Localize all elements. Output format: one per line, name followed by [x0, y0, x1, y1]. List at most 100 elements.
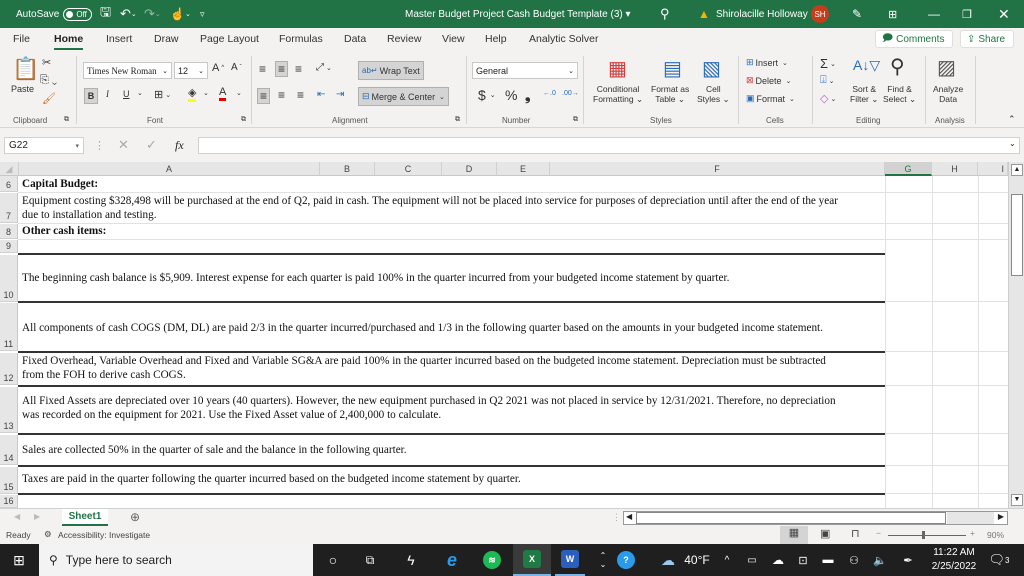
underline-dropdown-icon[interactable]: ⌄	[137, 89, 143, 97]
align-center-button[interactable]: ≡	[278, 88, 285, 102]
touch-mode-icon[interactable]: ☝ ⌄	[170, 0, 191, 28]
sort-filter-button[interactable]: Sort & Filter ⌄	[850, 84, 878, 105]
find-select-icon[interactable]: ⚲	[890, 54, 905, 79]
network-icon[interactable]: ⚇	[846, 544, 862, 576]
autosum-button[interactable]: Σ ⌄	[820, 56, 836, 71]
enter-icon[interactable]: ✓	[146, 137, 157, 153]
add-sheet-icon[interactable]: ⊕	[130, 510, 140, 524]
clipboard-launcher-icon[interactable]: ⧉	[64, 116, 69, 124]
search-icon[interactable]: ⚲	[660, 0, 670, 28]
cell-styles-button[interactable]: Cell Styles ⌄	[697, 84, 730, 105]
cell-a6[interactable]: Capital Budget:	[19, 177, 98, 191]
alignment-launcher-icon[interactable]: ⧉	[455, 116, 460, 124]
pen-icon[interactable]: ✎	[852, 0, 862, 28]
font-launcher-icon[interactable]: ⧉	[241, 116, 246, 124]
column-header-h[interactable]: H	[932, 162, 978, 176]
zoom-out-button[interactable]: −	[876, 528, 881, 538]
column-header-f[interactable]: F	[550, 162, 885, 176]
internet-explorer-icon[interactable]: e	[438, 544, 466, 576]
column-header-e[interactable]: E	[497, 162, 550, 176]
share-button[interactable]: ⇪ Share	[960, 30, 1014, 48]
app-bolt-icon[interactable]: ϟ	[398, 544, 424, 576]
expand-formula-bar-icon[interactable]: ⌄	[1009, 139, 1016, 148]
autosave-control[interactable]: AutoSave Off	[16, 0, 92, 28]
paste-icon[interactable]: 📋	[12, 56, 39, 82]
taskbar-search[interactable]: ⚲ Type here to search	[39, 544, 313, 576]
windows-start-icon[interactable]: ⊞	[0, 544, 38, 576]
tab-split-handle[interactable]: ⋮	[612, 512, 621, 523]
undo-icon[interactable]: ↶ ⌄	[120, 0, 137, 28]
cell-a7[interactable]: Equipment costing $328,498 will be purch…	[19, 194, 838, 222]
conditional-formatting-icon[interactable]: ▦	[608, 56, 627, 81]
fill-button[interactable]: ⍗ ⌄	[820, 74, 834, 87]
tab-data[interactable]: Data	[344, 33, 366, 45]
close-icon[interactable]: ✕	[998, 0, 1010, 28]
column-header-c[interactable]: C	[375, 162, 442, 176]
defender-icon[interactable]: ⊡	[795, 544, 811, 576]
currency-button[interactable]: $ ⌄	[478, 87, 496, 103]
tab-insert[interactable]: Insert	[106, 33, 132, 45]
document-title[interactable]: Master Budget Project Cash Budget Templa…	[405, 0, 631, 28]
vertical-scrollbar[interactable]: ▲ ▼	[1008, 162, 1024, 508]
delete-cells-button[interactable]: ⊠ Delete ⌄	[746, 75, 791, 86]
pen-workspace-icon[interactable]: ✒	[900, 544, 916, 576]
comma-button[interactable]: ❟	[525, 87, 531, 104]
number-format-select[interactable]: General ⌄	[472, 62, 578, 79]
insert-function-icon[interactable]: fx	[175, 138, 184, 153]
bottom-align-button[interactable]: ≡	[295, 62, 302, 76]
row-header-14[interactable]: 14	[0, 435, 18, 465]
meet-now-icon[interactable]: ▭	[745, 544, 759, 576]
increase-font-size-button[interactable]: A ^	[212, 62, 224, 74]
help-icon[interactable]: ?	[614, 544, 638, 576]
row-header-8[interactable]: 8	[0, 224, 18, 239]
cell-styles-icon[interactable]: ▧	[702, 56, 721, 81]
accessibility-status[interactable]: Accessibility: Investigate	[58, 530, 150, 540]
cancel-icon[interactable]: ✕	[118, 137, 129, 153]
next-sheet-icon[interactable]: ▶	[34, 512, 40, 521]
conditional-formatting-button[interactable]: Conditional Formatting ⌄	[593, 84, 643, 105]
orientation-button[interactable]: ⤢ ⌄	[316, 62, 332, 73]
spreadsheet-grid[interactable]: ◢ A B C D E F G H I 6 Capital Budget: 7 …	[0, 162, 1008, 508]
clear-button[interactable]: ◇ ⌄	[820, 92, 836, 105]
scroll-down-icon[interactable]: ▼	[1011, 494, 1023, 506]
format-as-table-button[interactable]: Format as Table ⌄	[651, 84, 689, 105]
volume-icon[interactable]: 🔈	[872, 544, 888, 576]
tab-file[interactable]: File	[13, 33, 30, 45]
zoom-in-button[interactable]: +	[970, 528, 975, 538]
insert-cells-button[interactable]: ⊞ Insert ⌄	[746, 57, 788, 68]
font-size-select[interactable]: 12 ⌄	[174, 62, 208, 79]
column-header-i[interactable]: I	[978, 162, 1008, 176]
select-all-button[interactable]: ◢	[0, 162, 19, 176]
align-left-button[interactable]: ≡	[257, 88, 271, 104]
tab-review[interactable]: Review	[387, 33, 421, 45]
battery-icon[interactable]: ▬	[820, 544, 836, 576]
zoom-slider[interactable]	[888, 535, 966, 536]
scroll-left-icon[interactable]: ◀	[626, 512, 632, 521]
decrease-decimal-button[interactable]: .00→	[562, 90, 579, 97]
column-header-g[interactable]: G	[885, 162, 932, 176]
italic-button[interactable]: I	[106, 89, 109, 99]
row-header-13[interactable]: 13	[0, 387, 18, 433]
font-color-button[interactable]: A	[219, 86, 227, 101]
tab-analytic-solver[interactable]: Analytic Solver	[529, 33, 598, 45]
page-break-view-icon[interactable]: ⊓	[851, 527, 860, 540]
formula-input[interactable]	[198, 137, 1020, 154]
tab-home[interactable]: Home	[54, 33, 84, 50]
zoom-slider-thumb[interactable]	[922, 531, 925, 539]
word-taskbar-icon[interactable]: W	[555, 544, 585, 576]
row-header-15[interactable]: 15	[0, 467, 18, 494]
column-header-b[interactable]: B	[320, 162, 375, 176]
format-as-table-icon[interactable]: ▤	[663, 56, 682, 81]
number-launcher-icon[interactable]: ⧉	[573, 116, 578, 124]
increase-indent-button[interactable]: ⇥	[336, 89, 344, 100]
customize-toolbar-icon[interactable]: ▿	[200, 0, 205, 28]
cell-a15[interactable]: Taxes are paid in the quarter following …	[19, 472, 521, 486]
paste-button[interactable]: Paste	[11, 84, 34, 94]
page-layout-view-icon[interactable]: ▣	[820, 527, 830, 540]
cell-a13[interactable]: All Fixed Assets are depreciated over 10…	[19, 394, 836, 422]
copy-icon[interactable]: ⎘ ⌄	[40, 74, 57, 87]
cell-a8[interactable]: Other cash items:	[19, 224, 106, 238]
weather-temp[interactable]: 40°F	[682, 544, 712, 576]
bold-button[interactable]: B	[84, 88, 98, 104]
collapse-ribbon-icon[interactable]: ⌃	[1008, 114, 1016, 125]
